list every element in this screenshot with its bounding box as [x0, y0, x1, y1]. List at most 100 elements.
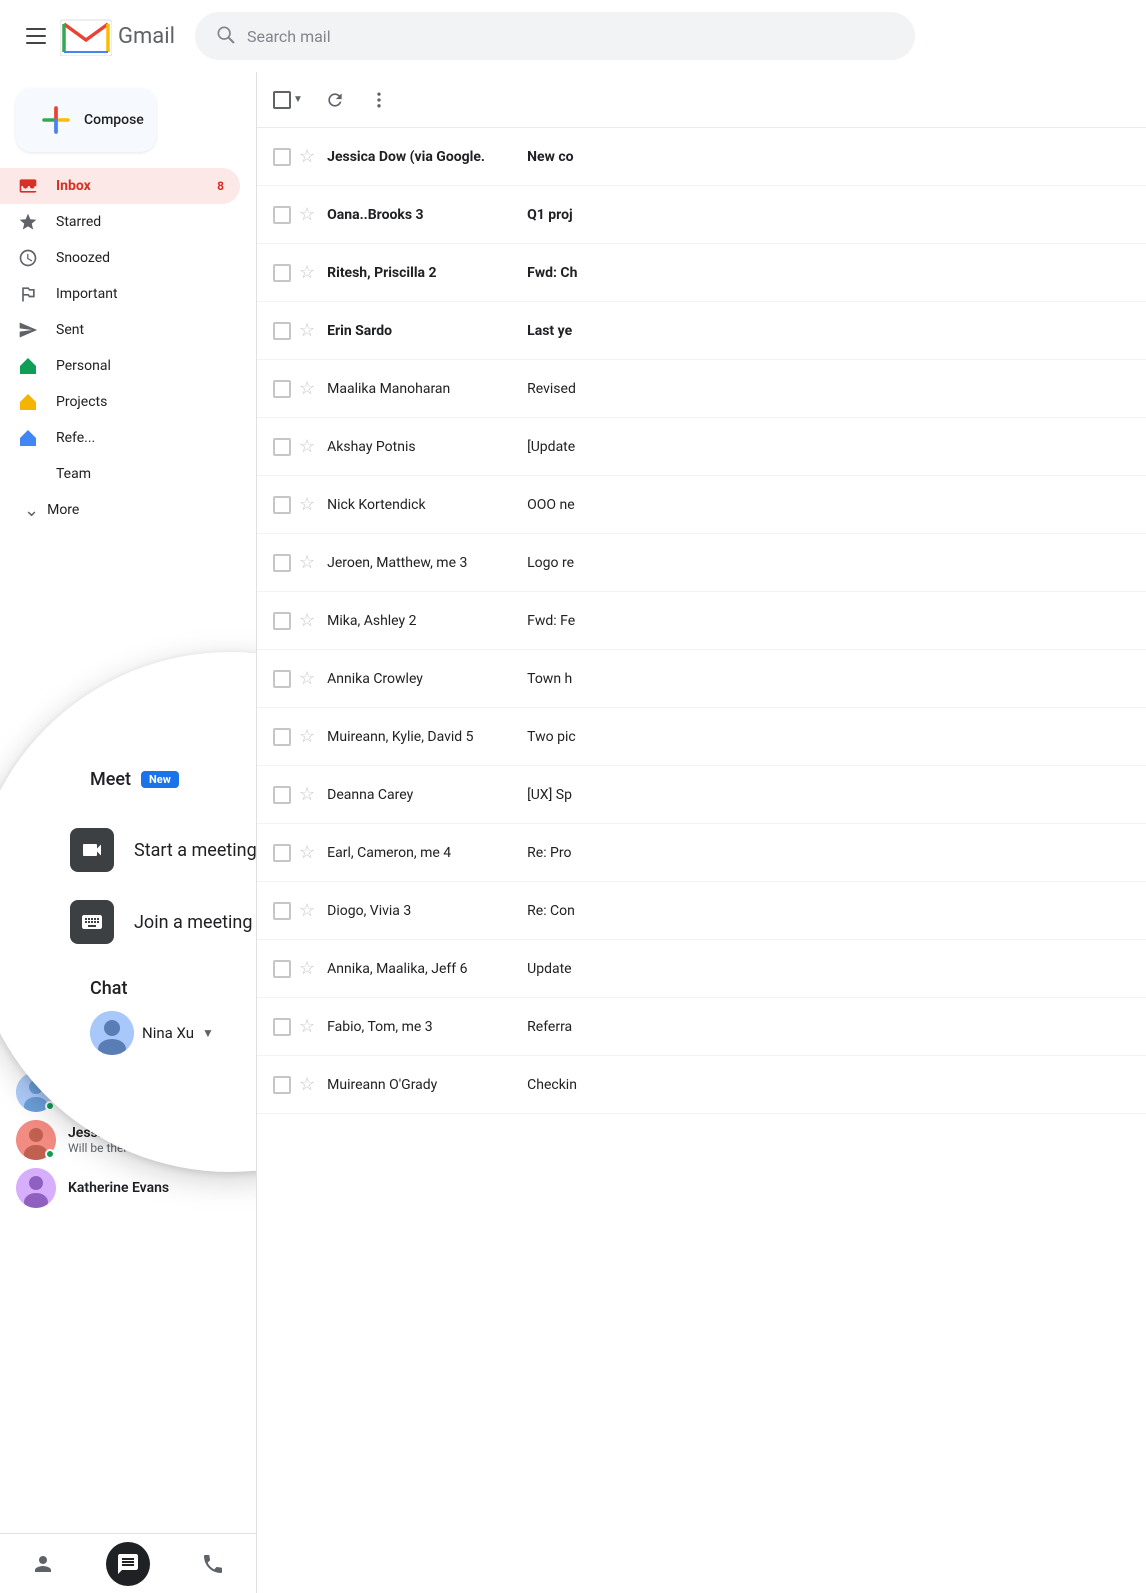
keyboard-icon: [70, 900, 114, 944]
mail-row[interactable]: ☆ Ritesh, Priscilla 2 Fwd: Ch: [257, 244, 1146, 302]
nina-avatar: [90, 1011, 134, 1055]
mail-row[interactable]: ☆ Earl, Cameron, me 4 Re: Pro: [257, 824, 1146, 882]
mail-row[interactable]: ☆ Diogo, Vivia 3 Re: Con: [257, 882, 1146, 940]
sidebar-item-sent[interactable]: Sent: [0, 312, 240, 348]
mail-row[interactable]: ☆ Oana..Brooks 3 Q1 proj: [257, 186, 1146, 244]
mail-row[interactable]: ☆ Muireann O'Grady Checkin: [257, 1056, 1146, 1114]
mail-row[interactable]: ☆ Muireann, Kylie, David 5 Two pic: [257, 708, 1146, 766]
mail-sender-7: Jeroen, Matthew, me 3: [327, 555, 527, 571]
phone-tab-button[interactable]: [191, 1542, 235, 1586]
references-icon: [16, 426, 40, 450]
mail-checkbox-14[interactable]: [273, 960, 291, 978]
nina-dropdown-arrow[interactable]: ▼: [202, 1026, 214, 1040]
sidebar-item-starred[interactable]: Starred: [0, 204, 240, 240]
mail-checkbox-8[interactable]: [273, 612, 291, 630]
chat-tab-button[interactable]: [106, 1542, 150, 1586]
mail-content-9: Town h: [527, 671, 1130, 687]
search-bar[interactable]: Search mail: [195, 12, 915, 60]
mail-star-0[interactable]: ☆: [299, 146, 315, 167]
mail-checkbox-13[interactable]: [273, 902, 291, 920]
sidebar-item-references[interactable]: Refe...: [0, 420, 240, 456]
mail-checkbox-3[interactable]: [273, 322, 291, 340]
compose-button[interactable]: Compose: [16, 88, 156, 152]
mail-star-14[interactable]: ☆: [299, 958, 315, 979]
jessica-avatar-wrap: [16, 1120, 56, 1160]
select-all-checkbox[interactable]: [273, 91, 291, 109]
mail-star-12[interactable]: ☆: [299, 842, 315, 863]
mail-content-10: Two pic: [527, 729, 1130, 745]
mail-checkbox-5[interactable]: [273, 438, 291, 456]
mail-sender-9: Annika Crowley: [327, 671, 527, 687]
mail-star-11[interactable]: ☆: [299, 784, 315, 805]
mail-star-13[interactable]: ☆: [299, 900, 315, 921]
hamburger-button[interactable]: [16, 16, 56, 56]
mail-content-8: Fwd: Fe: [527, 613, 1130, 629]
person-tab-button[interactable]: [21, 1542, 65, 1586]
mail-content-13: Re: Con: [527, 903, 1130, 919]
mail-star-10[interactable]: ☆: [299, 726, 315, 747]
mail-row[interactable]: ☆ Jessica Dow (via Google. New co: [257, 128, 1146, 186]
mail-row[interactable]: ☆ Annika, Maalika, Jeff 6 Update: [257, 940, 1146, 998]
mail-star-6[interactable]: ☆: [299, 494, 315, 515]
mail-checkbox-10[interactable]: [273, 728, 291, 746]
sidebar-item-snoozed[interactable]: Snoozed: [0, 240, 240, 276]
katherine-name: Katherine Evans: [68, 1180, 169, 1196]
mail-star-4[interactable]: ☆: [299, 378, 315, 399]
select-all-area[interactable]: ▼: [273, 91, 303, 109]
mail-checkbox-11[interactable]: [273, 786, 291, 804]
mail-star-2[interactable]: ☆: [299, 262, 315, 283]
mail-star-3[interactable]: ☆: [299, 320, 315, 341]
mail-checkbox-12[interactable]: [273, 844, 291, 862]
mail-checkbox-9[interactable]: [273, 670, 291, 688]
mail-row[interactable]: ☆ Annika Crowley Town h: [257, 650, 1146, 708]
mail-checkbox-16[interactable]: [273, 1076, 291, 1094]
mail-checkbox-2[interactable]: [273, 264, 291, 282]
mail-content-15: Referra: [527, 1019, 1130, 1035]
refresh-button[interactable]: [315, 80, 355, 120]
mail-star-9[interactable]: ☆: [299, 668, 315, 689]
mail-star-5[interactable]: ☆: [299, 436, 315, 457]
mail-checkbox-1[interactable]: [273, 206, 291, 224]
mail-content-11: [UX] Sp: [527, 787, 1130, 803]
mail-row[interactable]: ☆ Mika, Ashley 2 Fwd: Fe: [257, 592, 1146, 650]
sidebar-item-more[interactable]: ⌄ More: [0, 492, 240, 528]
join-meeting-item[interactable]: Join a meeting: [70, 886, 256, 958]
mail-row[interactable]: ☆ Jeroen, Matthew, me 3 Logo re: [257, 534, 1146, 592]
mail-row[interactable]: ☆ Deanna Carey [UX] Sp: [257, 766, 1146, 824]
mail-checkbox-6[interactable]: [273, 496, 291, 514]
hamburger-line-3: [26, 42, 46, 44]
mail-star-1[interactable]: ☆: [299, 204, 315, 225]
mail-sender-12: Earl, Cameron, me 4: [327, 845, 527, 861]
mail-sender-15: Fabio, Tom, me 3: [327, 1019, 527, 1035]
mail-star-15[interactable]: ☆: [299, 1016, 315, 1037]
mail-row[interactable]: ☆ Akshay Potnis [Update: [257, 418, 1146, 476]
mail-toolbar: ▼: [257, 72, 1146, 128]
mail-star-16[interactable]: ☆: [299, 1074, 315, 1095]
header: Gmail Search mail: [0, 0, 1146, 72]
mail-list: ▼ ☆ Jessica Dow (via Google. New co ☆ Oa…: [256, 72, 1146, 1593]
mail-row[interactable]: ☆ Erin Sardo Last ye: [257, 302, 1146, 360]
sidebar-item-projects[interactable]: Projects: [0, 384, 240, 420]
start-meeting-item[interactable]: Start a meeting: [70, 814, 256, 886]
meet-title: Meet: [90, 769, 131, 790]
mail-checkbox-0[interactable]: [273, 148, 291, 166]
sidebar-item-important[interactable]: Important: [0, 276, 240, 312]
mail-row[interactable]: ☆ Fabio, Tom, me 3 Referra: [257, 998, 1146, 1056]
mail-checkbox-7[interactable]: [273, 554, 291, 572]
mail-star-8[interactable]: ☆: [299, 610, 315, 631]
mail-row[interactable]: ☆ Nick Kortendick OOO ne: [257, 476, 1146, 534]
mail-checkbox-15[interactable]: [273, 1018, 291, 1036]
sidebar-item-inbox[interactable]: Inbox 8: [0, 168, 240, 204]
mail-sender-11: Deanna Carey: [327, 787, 527, 803]
nina-xu-row[interactable]: Nina Xu ▼: [90, 1011, 214, 1055]
gmail-logo[interactable]: Gmail: [60, 16, 175, 56]
mail-checkbox-4[interactable]: [273, 380, 291, 398]
sidebar-item-personal[interactable]: Personal: [0, 348, 240, 384]
more-options-button[interactable]: [359, 80, 399, 120]
nina-xu-name: Nina Xu: [142, 1024, 194, 1042]
select-dropdown[interactable]: ▼: [293, 94, 303, 105]
mail-star-7[interactable]: ☆: [299, 552, 315, 573]
mail-sender-1: Oana..Brooks 3: [327, 207, 527, 223]
mail-row[interactable]: ☆ Maalika Manoharan Revised: [257, 360, 1146, 418]
mail-sender-13: Diogo, Vivia 3: [327, 903, 527, 919]
